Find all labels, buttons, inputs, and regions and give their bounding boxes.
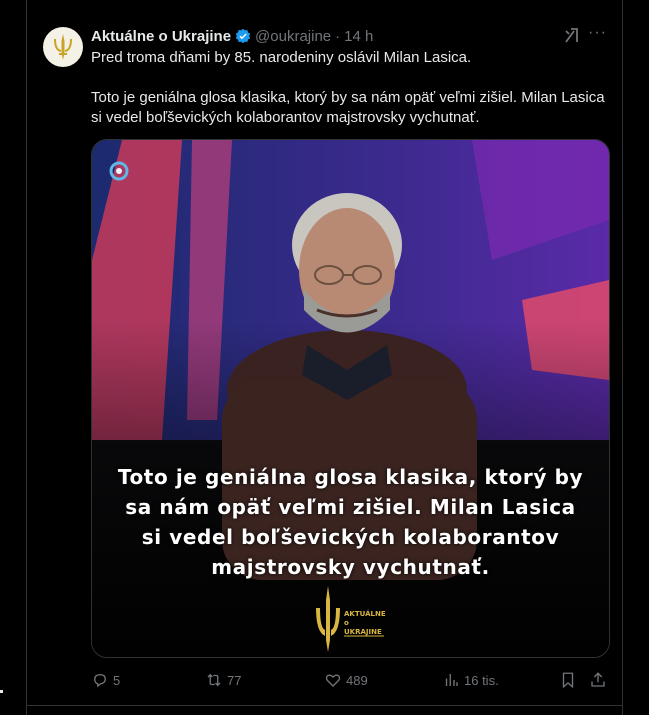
video-player[interactable]: Toto je geniálna glosa klasika, ktorý by…	[91, 139, 610, 658]
tweet-actions: 5 77 489 16 tis.	[91, 670, 611, 690]
more-icon[interactable]: ···	[588, 24, 607, 42]
reply-button[interactable]: 5	[91, 670, 120, 690]
reply-count: 5	[113, 672, 121, 688]
views-icon	[445, 674, 458, 686]
share-button[interactable]	[589, 670, 607, 690]
tweet-text: Pred troma dňami by 85. narodeniny osláv…	[91, 48, 611, 128]
repost-count: 77	[227, 672, 242, 688]
avatar[interactable]	[43, 27, 83, 67]
views-button[interactable]: 16 tis.	[442, 670, 499, 690]
video-logo-line-2: o	[344, 619, 349, 627]
author-name[interactable]: Aktuálne o Ukrajine	[91, 28, 231, 45]
video-caption: Toto je geniálna glosa klasika, ktorý by…	[117, 465, 584, 579]
tweet-timestamp[interactable]: 14 h	[344, 28, 373, 45]
trident-logo-icon	[54, 34, 72, 60]
view-count: 16 tis.	[464, 672, 499, 688]
timeline-column: Aktuálne o Ukrajine @oukrajine · 14 h ··…	[26, 0, 623, 715]
repost-icon	[207, 673, 221, 687]
verified-badge-icon	[235, 28, 251, 44]
video-logo-line-3: UKRAJINE	[344, 628, 382, 636]
reply-icon	[94, 674, 106, 688]
author-handle[interactable]: @oukrajine	[255, 28, 331, 45]
bookmark-button[interactable]	[559, 670, 577, 690]
video-logo-text: AKTUÁLNE o UKRAJINE	[344, 610, 386, 637]
tweet-header: Aktuálne o Ukrajine @oukrajine · 14 h	[91, 26, 373, 46]
tweet[interactable]: Aktuálne o Ukrajine @oukrajine · 14 h ··…	[27, 0, 622, 706]
repost-button[interactable]: 77	[205, 670, 241, 690]
like-button[interactable]: 489	[324, 670, 368, 690]
tweet-text-line-1: Pred troma dňami by 85. narodeniny osláv…	[91, 49, 472, 66]
like-count: 489	[346, 672, 368, 688]
share-icon	[591, 672, 605, 687]
video-logo-line-1: AKTUÁLNE	[344, 610, 386, 618]
like-icon	[325, 674, 341, 687]
tweet-text-line-2: Toto je geniálna glosa klasika, ktorý by…	[91, 89, 605, 126]
bookmark-icon	[562, 672, 574, 689]
separator-dot: ·	[335, 27, 341, 45]
grok-icon[interactable]	[562, 25, 582, 45]
sidebar-indicator	[0, 690, 3, 693]
